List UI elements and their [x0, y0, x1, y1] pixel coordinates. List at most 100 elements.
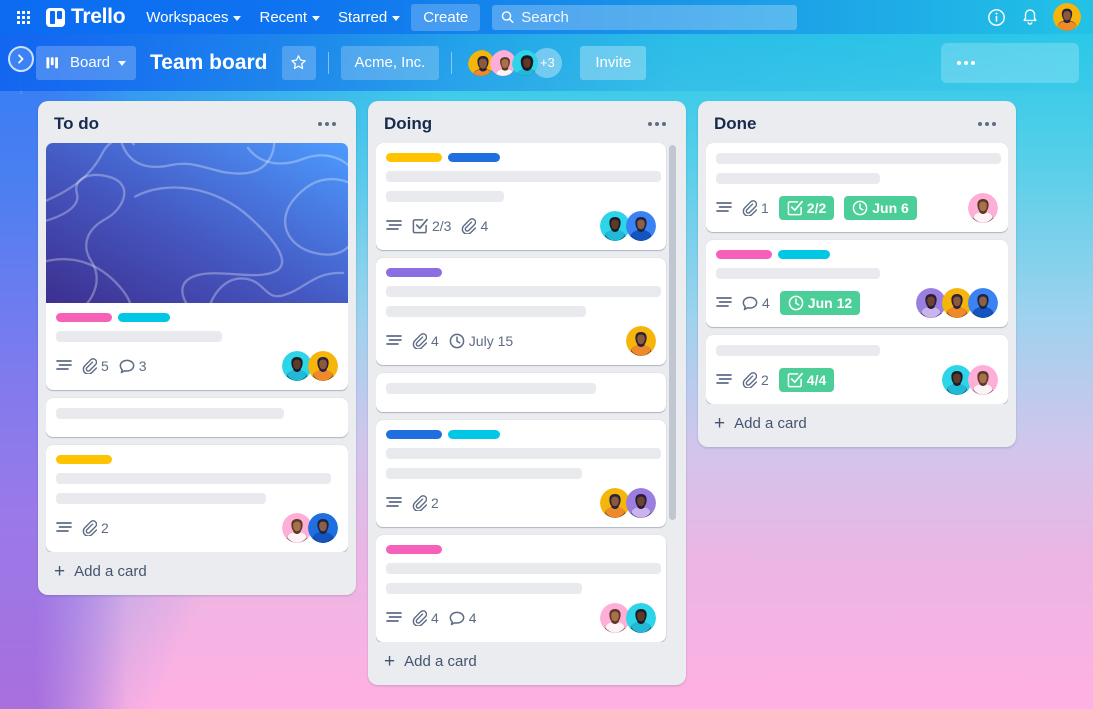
search-input[interactable]	[521, 8, 789, 26]
chevron-down-icon	[312, 15, 321, 21]
card-body	[386, 383, 656, 394]
card-member-avatar[interactable]	[968, 365, 998, 395]
card-badge-checklist: 2/3	[412, 218, 451, 234]
board-members: +3	[466, 47, 563, 78]
card[interactable]: 5 3	[46, 143, 348, 390]
add-card-button[interactable]: + Add a card	[46, 552, 348, 589]
card[interactable]: 2	[46, 445, 348, 552]
list-title[interactable]: Doing	[384, 114, 432, 134]
card-label[interactable]	[386, 268, 442, 277]
clock-icon	[788, 295, 804, 311]
top-navigation-bar: Trello Workspaces Recent Starred Create	[0, 0, 1093, 34]
description-icon	[716, 373, 732, 387]
nav-workspaces[interactable]: Workspaces	[137, 4, 250, 31]
description-icon	[386, 611, 402, 625]
card-body: 2 4/4	[716, 345, 998, 395]
nav-starred[interactable]: Starred	[329, 4, 409, 31]
card-label[interactable]	[386, 153, 442, 162]
sidebar-toggle-button[interactable]	[8, 46, 34, 72]
brand-name: Trello	[71, 5, 126, 28]
card-member-avatar[interactable]	[626, 211, 656, 241]
card-footer: 2 4/4	[716, 365, 998, 395]
header-divider	[327, 51, 329, 74]
page-title[interactable]: Team board	[144, 51, 273, 75]
card-label[interactable]	[448, 153, 500, 162]
board-view-switcher[interactable]: Board	[36, 45, 137, 80]
comment-icon	[119, 359, 135, 374]
trello-home-link[interactable]: Trello	[38, 5, 137, 29]
card[interactable]	[46, 398, 348, 437]
list-menu-button[interactable]	[312, 120, 342, 128]
card-member-avatar[interactable]	[308, 513, 338, 543]
card-member-avatar[interactable]	[308, 351, 338, 381]
clock-icon	[852, 200, 868, 216]
card-members	[600, 603, 656, 633]
list-cards: 5 3 2	[46, 143, 348, 552]
board-menu-button[interactable]	[941, 42, 1079, 83]
card-labels	[716, 250, 998, 259]
card-title-placeholder	[386, 583, 582, 594]
card-badge-description	[386, 496, 402, 510]
card-label[interactable]	[778, 250, 830, 259]
card[interactable]: 2	[376, 420, 666, 527]
card-member-avatar[interactable]	[968, 193, 998, 223]
card-member-avatar[interactable]	[626, 326, 656, 356]
list-menu-button[interactable]	[972, 120, 1002, 128]
description-icon	[386, 334, 402, 348]
create-button[interactable]: Create	[411, 3, 481, 31]
card-badge-due-date: July 15	[449, 333, 513, 349]
card-members	[600, 211, 656, 241]
card-title-placeholder	[386, 306, 586, 317]
star-board-button[interactable]	[281, 45, 316, 80]
card[interactable]: 4 Jun 12	[706, 240, 1008, 327]
card[interactable]: 1 2/2 Jun 6	[706, 143, 1008, 232]
bell-icon[interactable]	[1019, 6, 1041, 28]
info-circle-icon[interactable]	[985, 6, 1007, 28]
more-horizontal-icon	[648, 122, 666, 126]
list-title[interactable]: To do	[54, 114, 99, 134]
apps-grid-icon[interactable]	[8, 2, 38, 32]
list-scrollbar[interactable]	[669, 145, 676, 520]
list-cards: 1 2/2 Jun 6 4 Jun 12 2 4/4	[706, 143, 1008, 404]
account-avatar[interactable]	[1053, 3, 1081, 31]
workspace-button[interactable]: Acme, Inc.	[340, 45, 440, 80]
card-label[interactable]	[386, 430, 442, 439]
card-members	[942, 365, 998, 395]
card-members	[626, 326, 656, 356]
card-label[interactable]	[716, 250, 772, 259]
card[interactable]: 4 4	[376, 535, 666, 642]
search-box[interactable]	[492, 4, 798, 30]
card-title-placeholder	[386, 468, 582, 479]
card-badge-attachment: 4	[461, 218, 488, 234]
card[interactable]: 2 4/4	[706, 335, 1008, 404]
description-icon	[386, 496, 402, 510]
card-label[interactable]	[448, 430, 500, 439]
card-label[interactable]	[386, 545, 442, 554]
chevron-down-icon	[118, 61, 127, 66]
card-cover-image	[46, 143, 348, 303]
card-label[interactable]	[56, 313, 112, 322]
card-badge-checklist: 4/4	[778, 368, 835, 392]
attachment-icon	[412, 610, 427, 626]
card-member-avatar[interactable]	[968, 288, 998, 318]
description-icon	[56, 359, 72, 373]
card[interactable]: 4 July 15	[376, 258, 666, 365]
card[interactable]: 2/3 4	[376, 143, 666, 250]
card-labels	[386, 153, 656, 162]
card-label[interactable]	[56, 455, 112, 464]
nav-recent[interactable]: Recent	[250, 4, 329, 31]
list-title[interactable]: Done	[714, 114, 757, 134]
card-member-avatar[interactable]	[626, 488, 656, 518]
list-menu-button[interactable]	[642, 120, 672, 128]
chevron-down-icon	[233, 15, 242, 21]
card-label[interactable]	[118, 313, 170, 322]
add-card-button[interactable]: + Add a card	[376, 642, 678, 679]
add-card-label: Add a card	[74, 563, 147, 580]
card-badge-text: 4	[431, 333, 439, 349]
card-member-avatar[interactable]	[626, 603, 656, 633]
card[interactable]	[376, 373, 666, 412]
add-card-button[interactable]: + Add a card	[706, 404, 1008, 441]
invite-button[interactable]: Invite	[580, 45, 647, 80]
card-title-placeholder	[56, 493, 266, 504]
member-avatar-3[interactable]	[510, 48, 540, 78]
